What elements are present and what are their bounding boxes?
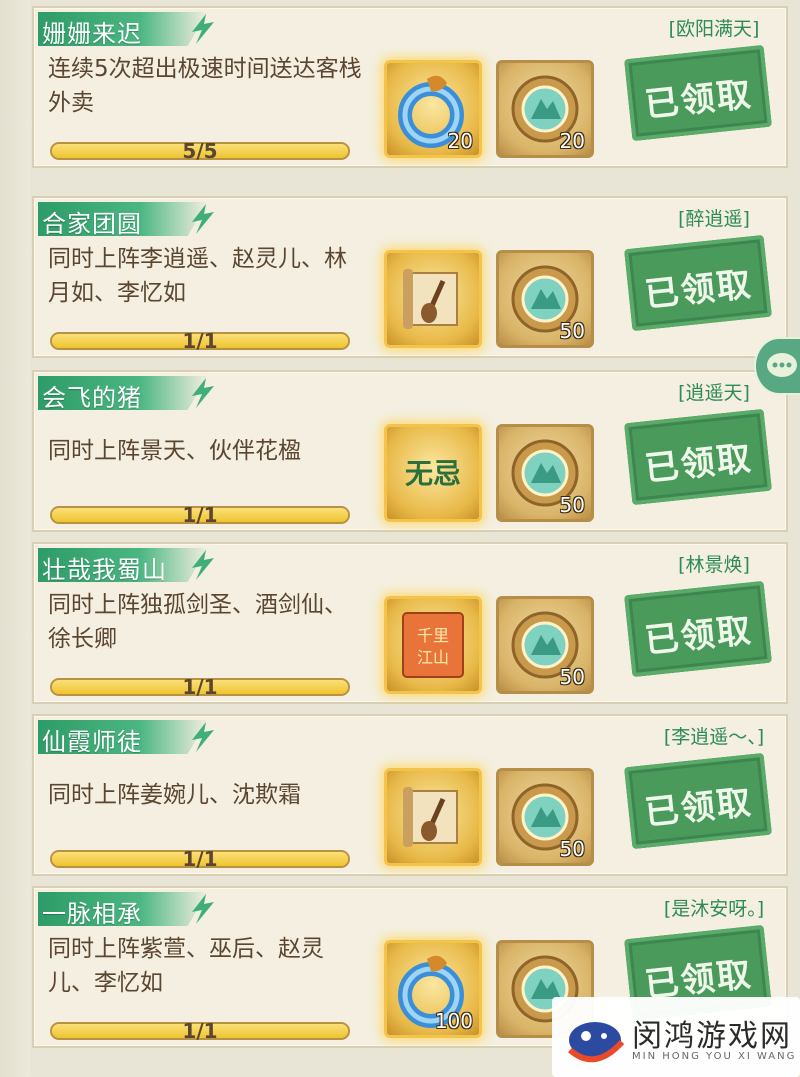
reward-count: 50 [559,319,585,343]
task-title: 姗姗来迟 [42,20,142,48]
progress-bar: 1/1 [50,329,350,353]
reward-slot[interactable]: 50 [496,250,594,348]
progress-bar: 1/1 [50,847,350,871]
task-description: 同时上阵独孤剑圣、酒剑仙、徐长卿 [48,592,347,652]
claimed-stamp-button[interactable]: 已领取 [624,408,772,506]
task-card: 会飞的猪 同时上阵景天、伙伴花楹 1/1 无忌 50 [逍遥天] 已领取 [32,370,788,532]
claimed-label: 已领取 [642,610,755,662]
lightning-slash-icon [192,378,214,408]
player-name-link[interactable]: [是沐安呀。] [644,894,784,921]
reward-slot[interactable] [384,250,482,348]
player-name-link[interactable]: [醉逍遥] [644,204,784,231]
progress-label: 1/1 [182,1019,218,1043]
progress-bar: 5/5 [50,139,350,163]
reward-slot[interactable]: 100 [384,940,482,1038]
player-name-link[interactable]: [李逍遥～、] [644,722,784,749]
background-strip [0,0,30,1077]
svg-text:江山: 江山 [417,648,449,667]
progress-bar: 1/1 [50,503,350,527]
task-card: 合家团圆同时上阵李逍遥、赵灵儿、林月如、李忆如 1/1 50 [醉逍遥] 已领取 [32,196,788,358]
chat-icon[interactable] [754,337,800,395]
scroll-icon [387,771,479,867]
gamepad-logo-icon [568,1022,625,1063]
claimed-label: 已领取 [642,438,755,490]
task-card: 仙霞师徒同时上阵姜婉儿、沈欺霜 1/1 50 [李逍遥～、] 已领取 [32,714,788,876]
progress-bar: 1/1 [50,675,350,699]
task-card: 姗姗来迟连续5次超出极速时间送达客栈外卖 5/5 20 20 [欧阳满天] 已领取 [32,6,788,168]
reward-count: 50 [559,837,585,861]
task-description: 同时上阵姜婉儿、沈欺霜 [48,782,301,808]
claimed-stamp-button[interactable]: 已领取 [624,580,772,678]
progress-label: 1/1 [182,847,218,871]
claimed-label: 已领取 [642,74,755,126]
reward-slot[interactable]: 50 [496,596,594,694]
task-description: 同时上阵景天、伙伴花楹 [48,438,301,464]
watermark-subtitle: MIN HONG YOU XI WANG [632,1051,797,1062]
lightning-slash-icon [192,894,214,924]
progress-bar: 1/1 [50,1019,350,1043]
lightning-slash-icon [192,722,214,752]
claimed-stamp-button[interactable]: 已领取 [624,44,772,142]
reward-slot[interactable]: 20 [496,60,594,158]
claimed-label: 已领取 [642,782,755,834]
wuji-badge-icon: 无忌 [387,427,479,523]
reward-count: 50 [559,665,585,689]
watermark-title: 闵鸿游戏网 [632,1019,792,1054]
claimed-stamp-button[interactable]: 已领取 [624,234,772,332]
task-title: 一脉相承 [42,900,142,928]
task-card: 壮哉我蜀山同时上阵独孤剑圣、酒剑仙、徐长卿 1/1 千里江山 50 [林景焕] 已领取 [32,542,788,704]
task-title: 合家团圆 [42,210,142,238]
reward-slot[interactable]: 千里 江山 [384,596,482,694]
player-name-link[interactable]: [欧阳满天] [644,14,784,41]
watermark-logo: 闵鸿游戏网 MIN HONG YOU XI WANG [552,997,800,1077]
progress-label: 5/5 [182,139,218,163]
reward-count: 20 [447,129,473,153]
reward-slot[interactable]: 无忌 [384,424,482,522]
reward-count: 100 [434,1009,473,1033]
reward-slot[interactable] [384,768,482,866]
map-scroll-icon: 千里 江山 [387,599,479,695]
progress-label: 1/1 [182,329,218,353]
reward-count: 50 [559,493,585,517]
task-title: 仙霞师徒 [42,728,142,756]
task-description: 同时上阵李逍遥、赵灵儿、林月如、李忆如 [48,246,347,306]
task-title: 壮哉我蜀山 [42,556,167,584]
lightning-slash-icon [192,14,214,44]
reward-count: 20 [559,129,585,153]
svg-text:无忌: 无忌 [405,457,461,490]
reward-slot[interactable]: 20 [384,60,482,158]
task-description: 同时上阵紫萱、巫后、赵灵儿、李忆如 [48,936,324,996]
scroll-icon [387,253,479,349]
chat-bubble-icon [767,353,797,377]
svg-text:千里: 千里 [417,626,449,645]
progress-label: 1/1 [182,675,218,699]
progress-label: 1/1 [182,503,218,527]
lightning-slash-icon [192,550,214,580]
reward-slot[interactable]: 50 [496,424,594,522]
claimed-label: 已领取 [642,264,755,316]
task-description: 连续5次超出极速时间送达客栈外卖 [48,56,362,116]
claimed-stamp-button[interactable]: 已领取 [624,752,772,850]
player-name-link[interactable]: [林景焕] [644,550,784,577]
reward-slot[interactable]: 50 [496,768,594,866]
task-title: 会飞的猪 [42,384,142,412]
lightning-slash-icon [192,204,214,234]
